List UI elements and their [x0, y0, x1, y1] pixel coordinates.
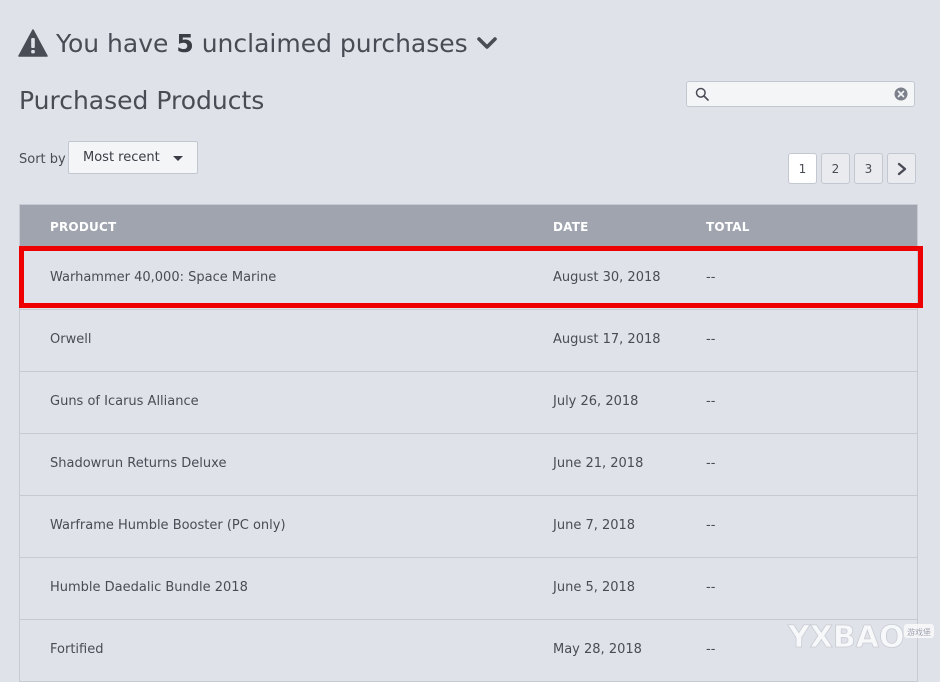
row-total: --	[706, 456, 716, 471]
search-icon	[695, 87, 709, 101]
table-row[interactable]: Fortified May 28, 2018 --	[20, 620, 917, 681]
row-total: --	[706, 394, 716, 409]
table-row[interactable]: Shadowrun Returns Deluxe June 21, 2018 -…	[20, 434, 917, 496]
sort-dropdown[interactable]: Most recent	[68, 141, 198, 174]
page-1-button[interactable]: 1	[788, 153, 817, 184]
row-product: Shadowrun Returns Deluxe	[50, 456, 227, 471]
table-row[interactable]: Warframe Humble Booster (PC only) June 7…	[20, 496, 917, 558]
page-3-button[interactable]: 3	[854, 153, 883, 184]
row-total: --	[706, 518, 716, 533]
row-product: Humble Daedalic Bundle 2018	[50, 580, 248, 595]
row-total: --	[706, 332, 716, 347]
table-row[interactable]: Humble Daedalic Bundle 2018 June 5, 2018…	[20, 558, 917, 620]
row-total: --	[706, 580, 716, 595]
chevron-down-icon	[476, 37, 497, 49]
header-product[interactable]: PRODUCT	[50, 220, 116, 234]
chevron-right-icon	[897, 162, 906, 175]
unclaimed-prefix: You have	[56, 28, 169, 58]
row-date: May 28, 2018	[553, 642, 642, 657]
row-date: July 26, 2018	[553, 394, 639, 409]
unclaimed-purchases-toggle[interactable]: You have 5 unclaimed purchases	[18, 26, 498, 60]
row-product: Guns of Icarus Alliance	[50, 394, 199, 409]
row-product: Orwell	[50, 332, 92, 347]
table-header: PRODUCT DATE TOTAL	[20, 205, 917, 248]
row-total: --	[706, 270, 716, 285]
search-box	[686, 81, 915, 107]
pagination: 1 2 3	[788, 153, 916, 184]
row-product: Warframe Humble Booster (PC only)	[50, 518, 286, 533]
next-page-button[interactable]	[887, 153, 916, 184]
search-input[interactable]	[715, 84, 881, 104]
row-date: June 21, 2018	[553, 456, 644, 471]
header-date[interactable]: DATE	[553, 220, 589, 234]
warning-icon	[18, 29, 48, 57]
row-product: Fortified	[50, 642, 104, 657]
table-row[interactable]: Orwell August 17, 2018 --	[20, 310, 917, 372]
unclaimed-count: 5	[176, 28, 194, 58]
row-date: June 7, 2018	[553, 518, 636, 533]
clear-icon[interactable]	[894, 87, 908, 101]
sort-selected-value: Most recent	[83, 150, 160, 165]
unclaimed-suffix: unclaimed purchases	[201, 28, 468, 58]
row-total: --	[706, 642, 716, 657]
table-row[interactable]: Warhammer 40,000: Space Marine August 30…	[20, 248, 917, 310]
page-2-button[interactable]: 2	[821, 153, 850, 184]
header-total[interactable]: TOTAL	[706, 220, 750, 234]
row-date: August 30, 2018	[553, 270, 661, 285]
purchases-table: PRODUCT DATE TOTAL Warhammer 40,000: Spa…	[19, 204, 918, 682]
row-date: June 5, 2018	[553, 580, 636, 595]
table-row[interactable]: Guns of Icarus Alliance July 26, 2018 --	[20, 372, 917, 434]
page-title: Purchased Products	[19, 86, 265, 115]
row-date: August 17, 2018	[553, 332, 661, 347]
caret-down-icon	[173, 156, 183, 161]
sort-label: Sort by	[19, 152, 66, 167]
row-product: Warhammer 40,000: Space Marine	[50, 270, 277, 285]
